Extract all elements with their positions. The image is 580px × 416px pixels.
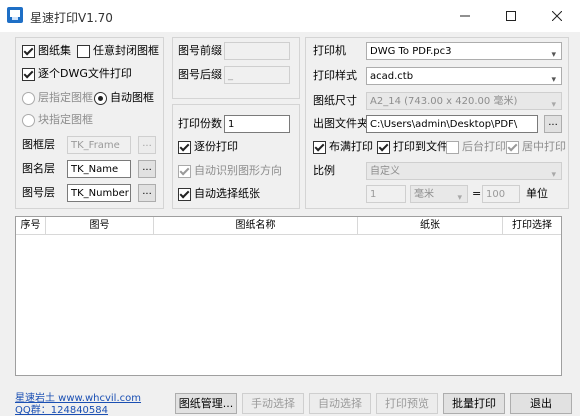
any-closed-frame-checkbox[interactable]: 任意封闭图框 [77,43,159,59]
scale-left-input[interactable]: 1 [366,185,406,203]
checkbox-checked-icon [506,140,519,154]
checkbox-checked-icon [22,44,35,58]
manual-select-button[interactable]: 手动选择 [242,393,304,414]
size-value: A2_14 (743.00 x 420.00 毫米) [370,96,518,107]
column-header-number[interactable]: 图号 [46,217,154,235]
style-select[interactable]: acad.ctb ▾ [366,67,562,85]
column-header-paper[interactable]: 纸张 [358,217,503,235]
checkbox-checked-icon [178,187,191,201]
background-label: 后台打印 [462,140,506,153]
number-layer-browse-button[interactable]: ... [138,184,156,202]
minimize-icon[interactable] [442,0,488,32]
auto-frame-label: 自动图框 [110,91,154,104]
size-select[interactable]: A2_14 (743.00 x 420.00 毫米) ▾ [366,92,562,110]
column-header-index[interactable]: 序号 [16,217,46,235]
maximize-icon[interactable] [488,0,534,32]
chevron-down-icon: ▾ [551,75,556,85]
auto-select-button[interactable]: 自动选择 [309,393,371,414]
checkbox-checked-icon [178,164,191,178]
collate-checkbox[interactable]: 逐份打印 [178,139,238,155]
prefix-label: 图号前缀 [178,44,222,57]
scale-label: 比例 [313,164,335,177]
style-label: 打印样式 [313,69,357,82]
unit-select[interactable]: 毫米 ▾ [410,185,468,203]
checkbox-checked-icon [178,140,191,154]
folder-label: 出图文件夹 [313,117,368,130]
frame-layer-browse-button[interactable]: ... [138,136,156,154]
auto-paper-label: 自动选择纸张 [194,187,260,200]
center-label: 居中打印 [522,140,566,153]
checkbox-unchecked-icon [77,44,90,58]
radio-empty-icon [22,113,35,127]
scale-value: 自定义 [370,166,400,177]
scale-right-input[interactable]: 100 [482,185,520,203]
background-checkbox[interactable]: 后台打印 [446,139,506,155]
auto-paper-checkbox[interactable]: 自动选择纸张 [178,186,260,202]
frame-layer-label: 图框层 [22,138,55,151]
to-file-checkbox[interactable]: 打印到文件 [377,139,448,155]
printer-select[interactable]: DWG To PDF.pc3 ▾ [366,42,562,60]
style-value: acad.ctb [370,71,414,82]
each-dwg-label: 逐个DWG文件打印 [38,67,132,80]
suffix-label: 图号后缀 [178,68,222,81]
chevron-down-icon: ▾ [457,193,462,203]
layer-frame-radio[interactable]: 层指定图框 [22,90,93,106]
collate-label: 逐份打印 [194,140,238,153]
drawing-list-table[interactable]: 序号 图号 图纸名称 纸张 打印选择 [15,216,562,376]
copies-label: 打印份数 [178,117,222,130]
folder-browse-button[interactable]: ... [544,115,562,133]
to-file-label: 打印到文件 [393,140,448,153]
copies-input[interactable]: 1 [224,115,290,133]
exit-button[interactable]: 退出 [510,393,572,414]
block-frame-label: 块指定图框 [38,113,93,126]
chevron-down-icon: ▾ [551,170,556,180]
chevron-down-icon: ▾ [551,50,556,60]
unit-label: 单位 [526,187,548,200]
frame-set-checkbox[interactable]: 图纸集 [22,43,71,59]
manage-drawings-button[interactable]: 图纸管理... [175,393,237,414]
size-label: 图纸尺寸 [313,94,357,107]
name-layer-label: 图名层 [22,162,55,175]
qq-group-link[interactable]: QQ群：124840584 [15,401,108,416]
checkbox-unchecked-icon [446,140,459,154]
center-checkbox[interactable]: 居中打印 [506,139,566,155]
checkbox-checked-icon [22,67,35,81]
app-icon [7,7,23,23]
column-header-name[interactable]: 图纸名称 [154,217,358,235]
checkbox-checked-icon [313,140,326,154]
unit-value: 毫米 [414,189,434,200]
name-layer-browse-button[interactable]: ... [138,160,156,178]
each-dwg-checkbox[interactable]: 逐个DWG文件打印 [22,66,132,82]
radio-empty-icon [22,91,35,105]
name-layer-input[interactable]: TK_Name [67,160,131,178]
any-closed-frame-label: 任意封闭图框 [93,44,159,57]
batch-print-button[interactable]: 批量打印 [443,393,505,414]
number-layer-label: 图号层 [22,186,55,199]
checkbox-checked-icon [377,140,390,154]
chevron-down-icon: ▾ [551,100,556,110]
block-frame-radio[interactable]: 块指定图框 [22,112,93,128]
auto-frame-radio[interactable]: 自动图框 [94,90,154,106]
window-title: 星速打印V1.70 [30,11,113,25]
radio-selected-icon [94,91,107,105]
frame-layer-input[interactable]: TK_Frame [67,136,131,154]
number-layer-input[interactable]: TK_Number [67,184,131,202]
printer-value: DWG To PDF.pc3 [370,46,452,57]
print-preview-button[interactable]: 打印预览 [376,393,438,414]
printer-label: 打印机 [313,44,346,57]
auto-orient-checkbox[interactable]: 自动识别图形方向 [178,163,282,179]
scale-select[interactable]: 自定义 ▾ [366,162,562,180]
frame-set-label: 图纸集 [38,44,71,57]
auto-orient-label: 自动识别图形方向 [194,164,282,177]
column-header-select[interactable]: 打印选择 [503,217,561,235]
suffix-input[interactable]: _ [224,66,290,84]
equals-sign: = [472,187,482,200]
close-icon[interactable] [534,0,580,32]
fill-label: 布满打印 [329,140,373,153]
layer-frame-label: 层指定图框 [38,91,93,104]
fill-checkbox[interactable]: 布满打印 [313,139,373,155]
folder-input[interactable]: C:\Users\admin\Desktop\PDF\ [366,115,538,133]
prefix-input[interactable] [224,42,290,60]
